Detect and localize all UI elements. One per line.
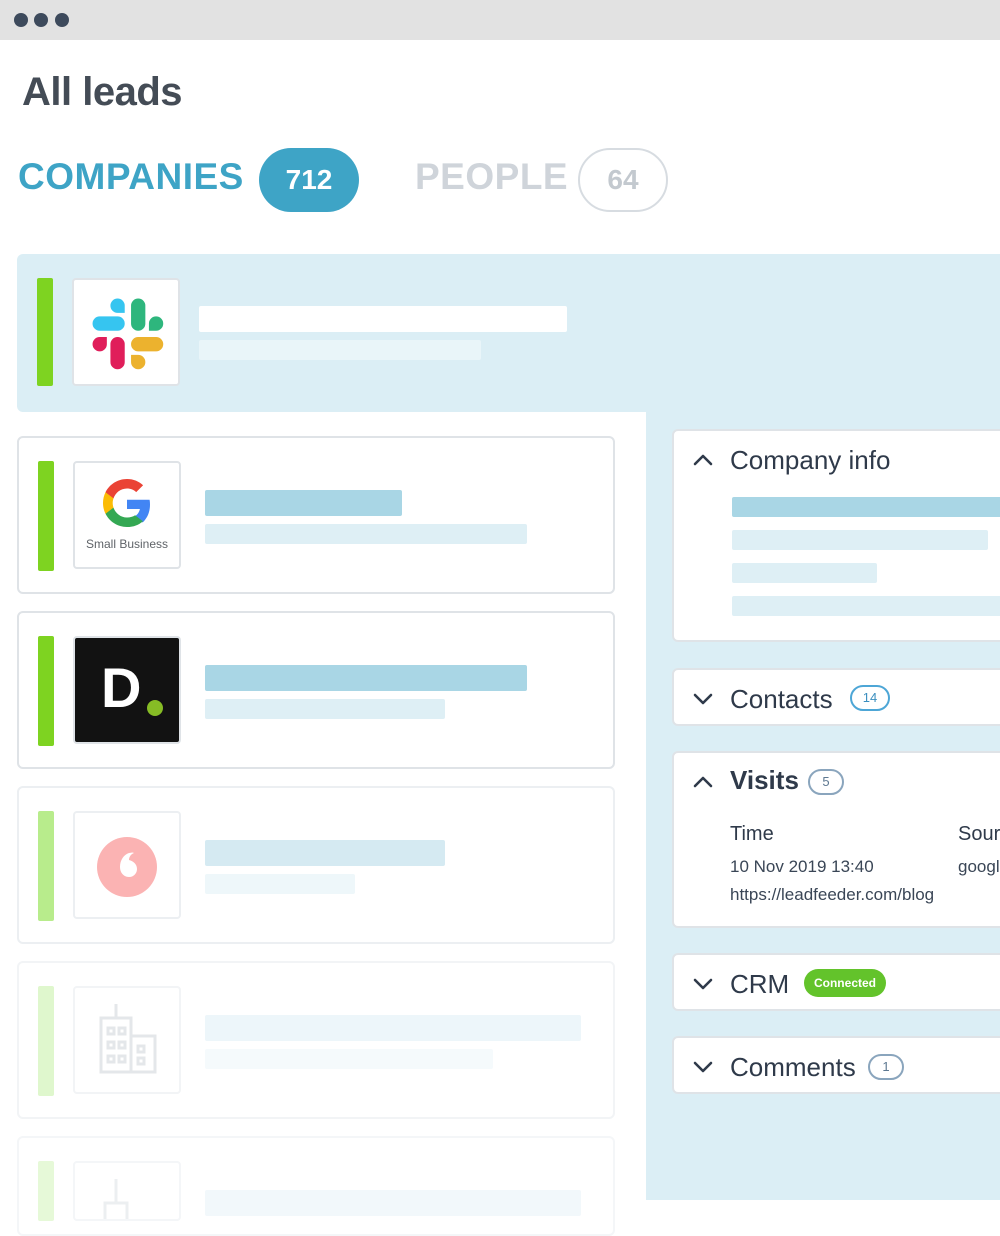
visits-section: Visits 5 Time Sour 10 Nov 2019 13:40 goo… [672, 751, 1000, 928]
chevron-down-icon[interactable] [692, 973, 714, 995]
company-info-placeholder [732, 497, 1000, 517]
lead-name-placeholder [205, 840, 445, 866]
lead-name-placeholder [205, 665, 527, 691]
lead-card-selected[interactable] [17, 254, 1000, 412]
window-control-minimize[interactable] [34, 13, 48, 27]
lead-status-bar [38, 811, 54, 921]
crm-title[interactable]: CRM [730, 969, 789, 1000]
chevron-up-icon[interactable] [692, 449, 714, 471]
people-count-badge[interactable]: 64 [578, 148, 668, 212]
contacts-count-badge: 14 [850, 685, 890, 711]
lead-name-placeholder [205, 1190, 581, 1216]
chevron-up-icon[interactable] [692, 771, 714, 793]
lead-card[interactable]: Small Business [17, 436, 615, 594]
comments-section[interactable]: Comments 1 [672, 1036, 1000, 1094]
lead-card[interactable] [17, 786, 615, 944]
visit-url[interactable]: https://leadfeeder.com/blog [730, 885, 934, 905]
company-info-placeholder [732, 530, 988, 550]
logo-dot [147, 700, 163, 716]
window-titlebar [0, 0, 1000, 40]
lead-detail-placeholder [199, 340, 481, 360]
google-small-business-logo: Small Business [73, 461, 181, 569]
slack-logo [72, 278, 180, 386]
company-info-placeholder [732, 563, 877, 583]
chevron-down-icon[interactable] [692, 1056, 714, 1078]
crm-section[interactable]: CRM Connected [672, 953, 1000, 1011]
visits-column-source: Sour [958, 823, 1000, 845]
companies-count-badge[interactable]: 712 [259, 148, 359, 212]
deloitte-digital-logo: D [73, 636, 181, 744]
comments-count-badge: 1 [868, 1054, 904, 1080]
logo-caption: Small Business [85, 537, 169, 551]
window-control-close[interactable] [14, 13, 28, 27]
lead-status-bar [38, 636, 54, 746]
lead-detail-placeholder [205, 874, 355, 894]
company-info-placeholder [732, 596, 1000, 616]
lead-status-bar [38, 986, 54, 1096]
tab-people[interactable]: PEOPLE [415, 156, 568, 198]
page-title: All leads [22, 70, 183, 114]
visits-column-time: Time [730, 823, 774, 845]
lead-status-bar [38, 1161, 54, 1221]
building-icon [73, 1161, 181, 1221]
company-info-title[interactable]: Company info [730, 445, 890, 476]
tab-companies[interactable]: COMPANIES [18, 156, 244, 198]
lead-name-placeholder [199, 306, 567, 332]
visits-count-badge: 5 [808, 769, 844, 795]
company-info-section: Company info [672, 429, 1000, 642]
lead-detail-placeholder [205, 524, 527, 544]
lead-card[interactable]: D [17, 611, 615, 769]
lead-card[interactable] [17, 1136, 615, 1236]
window-control-maximize[interactable] [55, 13, 69, 27]
logo-letter: D [101, 656, 142, 719]
lead-status-bar [38, 461, 54, 571]
contacts-section[interactable]: Contacts 14 [672, 668, 1000, 726]
lead-status-bar [37, 278, 53, 386]
visit-time: 10 Nov 2019 13:40 [730, 857, 874, 876]
lead-card[interactable] [17, 961, 615, 1119]
visits-title[interactable]: Visits [730, 765, 799, 796]
contacts-title[interactable]: Contacts [730, 684, 833, 715]
building-icon [73, 986, 181, 1094]
lead-name-placeholder [205, 1015, 581, 1041]
chevron-down-icon[interactable] [692, 688, 714, 710]
lead-detail-placeholder [205, 1049, 493, 1069]
lead-detail-placeholder [205, 699, 445, 719]
comments-title[interactable]: Comments [730, 1052, 856, 1083]
crm-status-badge: Connected [804, 969, 886, 997]
visit-source: google [958, 857, 1000, 876]
vodafone-logo [73, 811, 181, 919]
lead-name-placeholder [205, 490, 402, 516]
